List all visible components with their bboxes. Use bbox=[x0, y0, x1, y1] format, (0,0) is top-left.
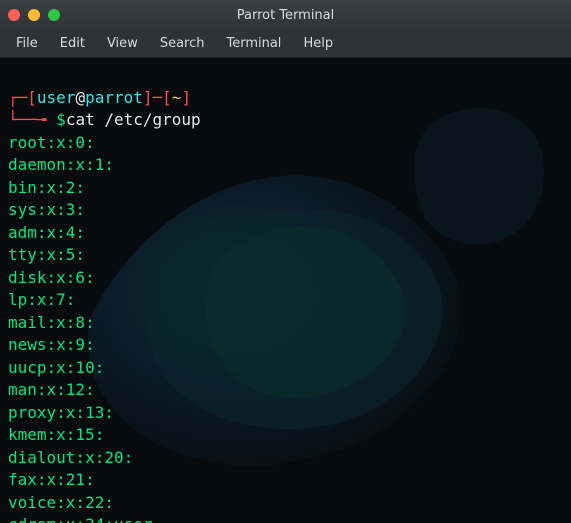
output-line: daemon:x:1: bbox=[8, 155, 114, 174]
window-title: Parrot Terminal bbox=[0, 8, 571, 23]
menu-terminal[interactable]: Terminal bbox=[216, 32, 291, 55]
title-bar: Parrot Terminal bbox=[0, 0, 571, 30]
output-line: fax:x:21: bbox=[8, 470, 95, 489]
prompt-bracket: ] bbox=[143, 88, 153, 107]
output-line: sys:x:3: bbox=[8, 200, 85, 219]
prompt-user: user bbox=[37, 88, 76, 107]
prompt-bracket: ┌─[ bbox=[8, 88, 37, 107]
menu-bar: File Edit View Search Terminal Help bbox=[0, 30, 571, 58]
output-line: adm:x:4: bbox=[8, 223, 85, 242]
minimize-window-button[interactable] bbox=[28, 9, 40, 21]
prompt-at: @ bbox=[75, 88, 85, 107]
output-line: disk:x:6: bbox=[8, 268, 95, 287]
menu-search[interactable]: Search bbox=[150, 32, 215, 55]
prompt-dollar: $ bbox=[56, 110, 66, 129]
close-window-button[interactable] bbox=[8, 9, 20, 21]
menu-edit[interactable]: Edit bbox=[50, 32, 95, 55]
output-line: tty:x:5: bbox=[8, 245, 85, 264]
prompt-bracket: [ bbox=[162, 88, 172, 107]
prompt-host: parrot bbox=[85, 88, 143, 107]
menu-file[interactable]: File bbox=[6, 32, 48, 55]
maximize-window-button[interactable] bbox=[48, 9, 60, 21]
output-line: proxy:x:13: bbox=[8, 403, 114, 422]
output-line: cdrom:x:24:user bbox=[8, 515, 153, 523]
prompt-line2: └──╼ bbox=[8, 110, 56, 129]
prompt-sep: ─ bbox=[153, 88, 163, 107]
terminal-content: ┌─[user@parrot]─[~] └──╼ $cat /etc/group… bbox=[0, 58, 571, 523]
output-line: dialout:x:20: bbox=[8, 448, 133, 467]
window-controls bbox=[8, 9, 60, 21]
output-line: voice:x:22: bbox=[8, 493, 114, 512]
output-line: lp:x:7: bbox=[8, 290, 75, 309]
prompt-cwd: ~ bbox=[172, 88, 182, 107]
output-line: kmem:x:15: bbox=[8, 425, 104, 444]
terminal-area[interactable]: ┌─[user@parrot]─[~] └──╼ $cat /etc/group… bbox=[0, 58, 571, 523]
command-text: cat /etc/group bbox=[66, 110, 201, 129]
output-line: uucp:x:10: bbox=[8, 358, 104, 377]
output-line: news:x:9: bbox=[8, 335, 95, 354]
output-line: bin:x:2: bbox=[8, 178, 85, 197]
output-line: man:x:12: bbox=[8, 380, 95, 399]
menu-view[interactable]: View bbox=[97, 32, 148, 55]
output-line: mail:x:8: bbox=[8, 313, 95, 332]
prompt-bracket: ] bbox=[181, 88, 191, 107]
menu-help[interactable]: Help bbox=[293, 32, 343, 55]
output-line: root:x:0: bbox=[8, 133, 95, 152]
